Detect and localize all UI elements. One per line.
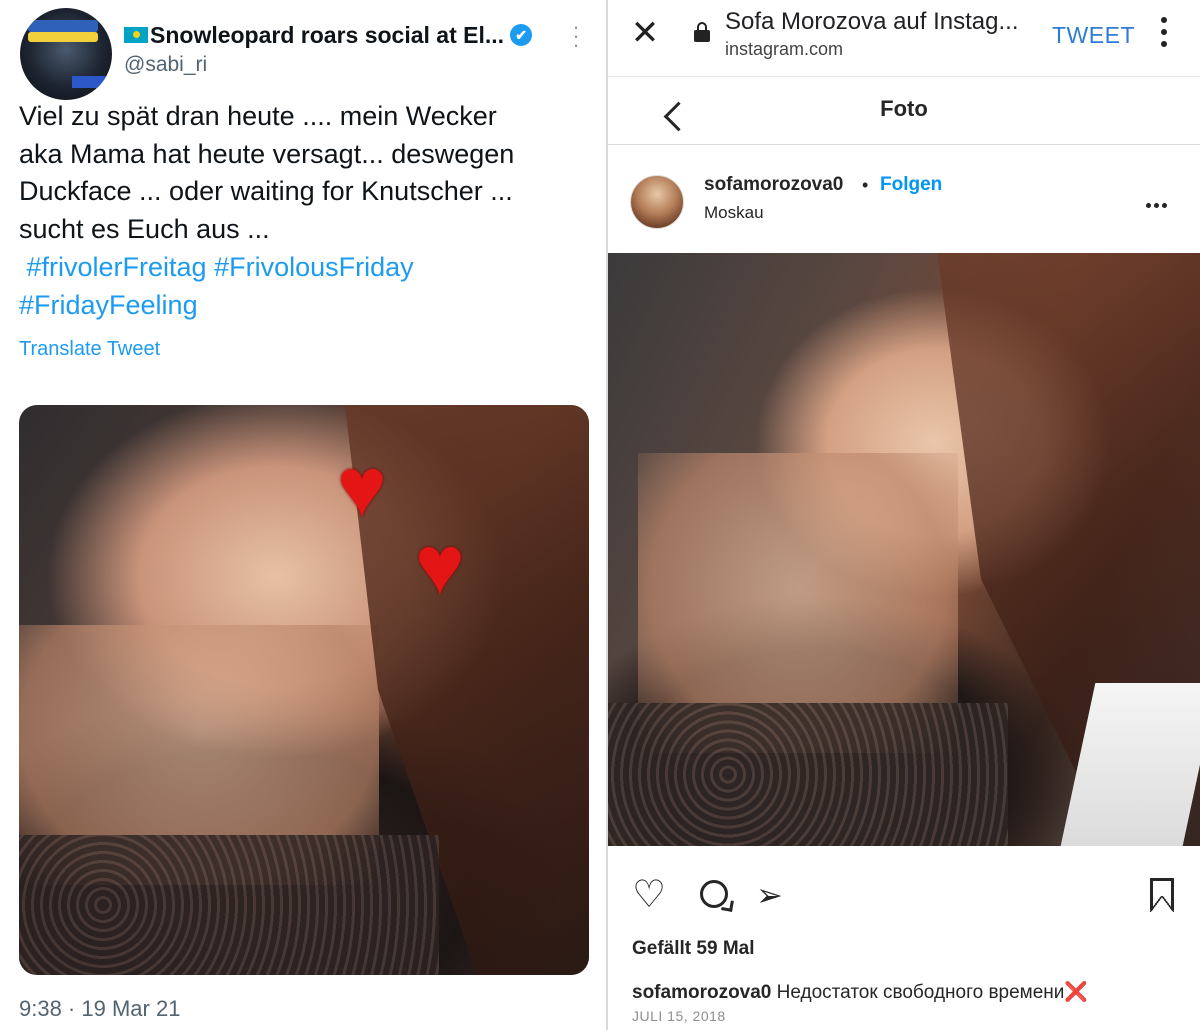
post-location[interactable]: Moskau bbox=[704, 203, 764, 223]
separator-dot: • bbox=[862, 175, 869, 195]
browser-toolbar: ✕ Sofa Morozova auf Instag... instagram.… bbox=[608, 0, 1200, 77]
post-actions: ♡ ➢ bbox=[608, 846, 1200, 938]
comment-icon[interactable] bbox=[696, 876, 734, 914]
share-send-icon[interactable]: ➢ bbox=[756, 876, 794, 914]
more-options-icon[interactable] bbox=[1146, 195, 1176, 208]
avatar-banner bbox=[28, 20, 98, 32]
user-handle[interactable]: @sabi_ri bbox=[124, 53, 207, 77]
kazakhstan-flag-icon bbox=[124, 26, 148, 43]
photo-lace-area bbox=[19, 835, 439, 975]
hashtags-line-1[interactable]: #frivolerFreitag #FrivolousFriday bbox=[19, 249, 579, 287]
tweet-button[interactable]: TWEET bbox=[1052, 22, 1135, 49]
back-button[interactable] bbox=[634, 90, 694, 132]
post-caption: sofamorozova0 Недостаток свободного врем… bbox=[632, 980, 1088, 1004]
post-username[interactable]: sofamorozova0 bbox=[704, 174, 843, 196]
heart-sticker-icon: ♥ bbox=[415, 518, 465, 612]
post-photo[interactable] bbox=[608, 253, 1200, 846]
tweet-timestamp[interactable]: 9:38 · 19 Mar 21 bbox=[19, 996, 180, 1022]
display-name-text: Snowleopard roars social at El... bbox=[150, 22, 505, 48]
page-title: Foto bbox=[880, 96, 928, 121]
follow-button[interactable]: Folgen bbox=[880, 174, 942, 196]
profile-avatar[interactable] bbox=[630, 175, 684, 229]
instagram-header: Foto bbox=[608, 76, 1200, 145]
post-date: JULI 15, 2018 bbox=[632, 1008, 726, 1024]
instagram-browser-panel: ✕ Sofa Morozova auf Instag... instagram.… bbox=[608, 0, 1200, 1030]
tweet-text-line: aka Mama hat heute versagt... deswegen bbox=[19, 138, 515, 169]
tweet-panel: Snowleopard roars social at El... ✔ @sabi… bbox=[0, 0, 606, 1030]
post-header: sofamorozova0 • Folgen Moskau bbox=[608, 145, 1200, 253]
heart-sticker-icon: ♥ bbox=[337, 440, 387, 534]
like-heart-icon[interactable]: ♡ bbox=[632, 876, 670, 914]
avatar-banner-yellow bbox=[28, 32, 98, 42]
bookmark-icon[interactable] bbox=[1144, 876, 1182, 914]
tweet-text-line: Duckface ... oder waiting for Knutscher … bbox=[19, 176, 513, 207]
browser-url[interactable]: instagram.com bbox=[725, 39, 843, 60]
tweet-text-line: sucht es Euch aus ... bbox=[19, 214, 270, 245]
hashtags-line-2[interactable]: #FridayFeeling bbox=[19, 287, 579, 325]
verified-badge-icon: ✔ bbox=[510, 23, 533, 46]
browser-more-icon[interactable] bbox=[1156, 14, 1172, 48]
caption-text: Недостаток свободного времени❌ bbox=[771, 982, 1089, 1003]
browser-page-title: Sofa Morozova auf Instag... bbox=[725, 8, 1019, 35]
tweet-photo[interactable]: ♥ ♥ bbox=[19, 405, 589, 975]
tweet-body: Viel zu spät dran heute .... mein Wecker… bbox=[19, 98, 579, 324]
like-count[interactable]: Gefällt 59 Mal bbox=[632, 938, 755, 960]
close-icon[interactable]: ✕ bbox=[630, 16, 660, 50]
avatar-nafo-badge bbox=[72, 76, 108, 88]
avatar[interactable] bbox=[20, 8, 112, 100]
more-options-icon[interactable]: · · · bbox=[568, 16, 584, 56]
photo-lace-area bbox=[608, 703, 1008, 846]
display-name[interactable]: Snowleopard roars social at El... ✔ bbox=[124, 22, 533, 49]
caption-username[interactable]: sofamorozova0 bbox=[632, 982, 771, 1003]
translate-tweet-link[interactable]: Translate Tweet bbox=[19, 338, 160, 361]
tweet-text-line: Viel zu spät dran heute .... mein Wecker bbox=[19, 101, 497, 131]
lock-icon bbox=[694, 22, 710, 42]
